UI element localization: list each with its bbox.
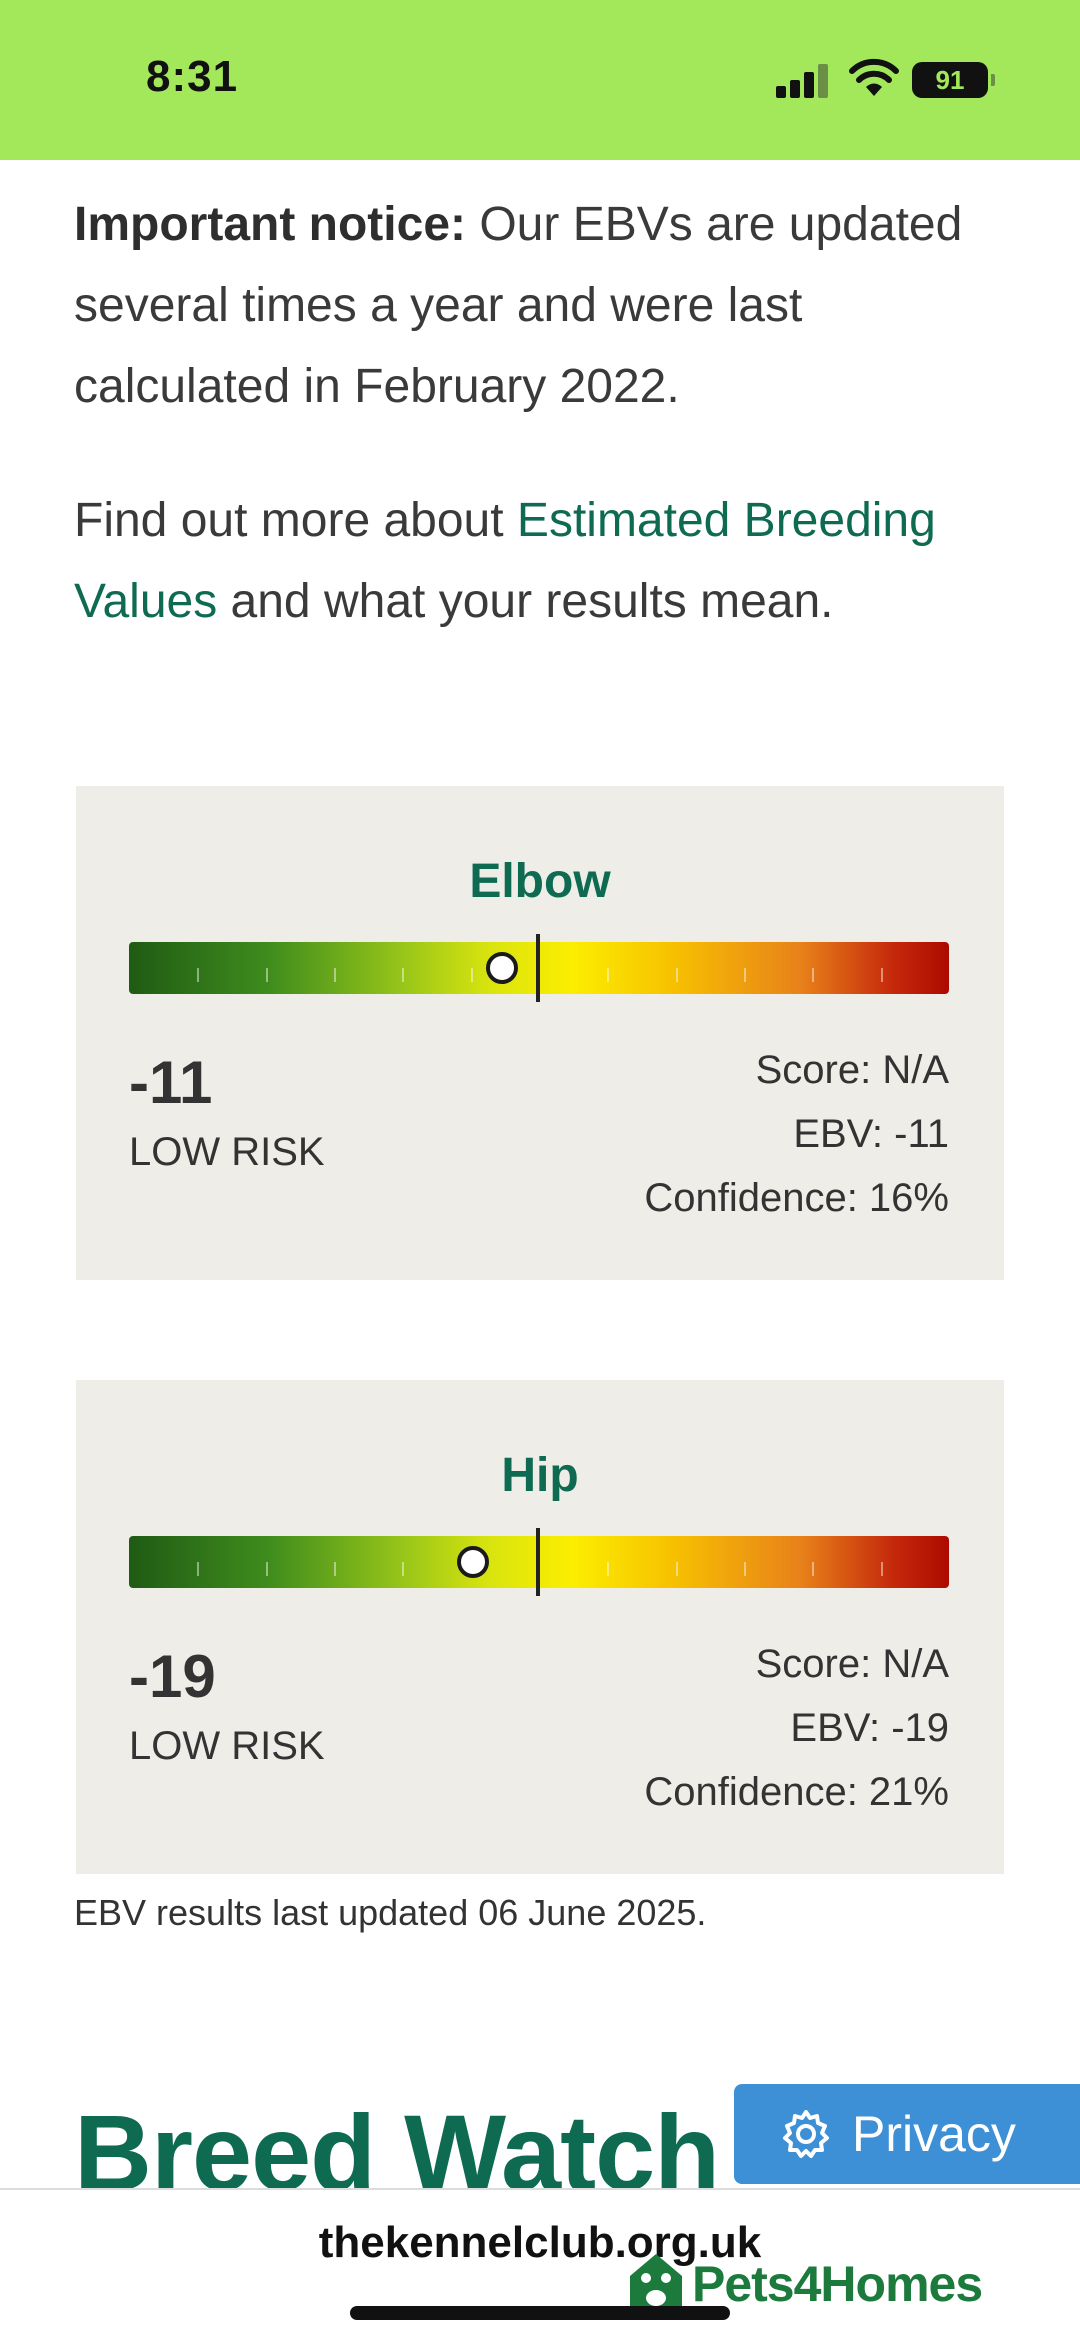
gauge-tick [812,968,815,982]
gear-icon [783,2110,829,2158]
gauge-tick [607,1562,610,1576]
more-suffix: and what your results mean. [217,575,834,628]
gauge-tick [265,1562,268,1576]
ebv-value: -11 [129,1049,213,1116]
last-updated-text: EBV results last updated 06 June 2025. [74,1892,707,1933]
wifi-icon [849,58,899,96]
gauge-tick [470,968,473,982]
risk-gauge-bar [129,1528,949,1596]
ebv-value: -19 [129,1643,216,1710]
status-bar: 8:31 91 [0,0,1080,160]
confidence-text: Confidence: 21% [644,1770,949,1814]
gauge-tick [744,1562,746,1576]
ebv-stats: Score: N/A EBV: -11 Confidence: 16% [644,1038,949,1230]
more-prefix: Find out more about [74,494,517,547]
privacy-label: Privacy [852,2106,1016,2162]
ebv-stats: Score: N/A EBV: -19 Confidence: 21% [644,1632,949,1824]
gauge-tick [265,968,268,982]
hip-ebv-card: Hip -19 LOW RISK Score: N/A EBV: -19 Con… [76,1380,1004,1874]
gauge-marker [486,952,519,984]
gauge-tick [880,968,883,982]
risk-label: LOW RISK [129,1130,325,1174]
privacy-button[interactable]: Privacy [734,2084,1080,2184]
elbow-ebv-card: Elbow -11 LOW RISK Score: N/A EBV: -11 C… [76,786,1004,1280]
risk-label: LOW RISK [129,1724,325,1768]
gauge-tick [744,968,746,982]
gauge-tick [334,968,336,982]
ebv-text: EBV: -11 [793,1112,949,1156]
ebv-text: EBV: -19 [790,1706,949,1750]
watermark-text: Pets4Homes [692,2256,983,2312]
gauge-tick [402,968,405,982]
gauge-tick [402,1562,405,1576]
gauge-tick [197,968,200,982]
gauge-tick [675,968,678,982]
important-notice: Important notice: Our EBVs are updated s… [74,184,1014,427]
confidence-text: Confidence: 16% [644,1176,949,1220]
gauge-tick [197,1562,200,1576]
cellular-signal-icon [776,64,830,98]
gauge-midline [536,1528,540,1596]
score-text: Score: N/A [755,1048,949,1092]
status-time: 8:31 [146,52,239,101]
browser-url-bar[interactable]: thekennelclub.org.uk Pets4Homes [0,2188,1080,2338]
card-title: Elbow [469,855,611,908]
gauge-tick [675,1562,678,1576]
notice-bold: Important notice: [74,198,466,251]
score-text: Score: N/A [755,1642,949,1686]
gauge-tick [880,1562,883,1576]
gauge-midline [536,934,540,1002]
gauge-marker [457,1546,490,1578]
card-title: Hip [501,1449,579,1502]
gauge-tick [334,1562,336,1576]
find-out-more: Find out more about Estimated Breeding V… [74,480,1014,642]
risk-gauge-bar [129,934,949,1002]
battery-icon: 91 [912,62,995,98]
gauge-tick [812,1562,815,1576]
gauge-tick [607,968,610,982]
home-indicator[interactable] [350,2306,730,2320]
